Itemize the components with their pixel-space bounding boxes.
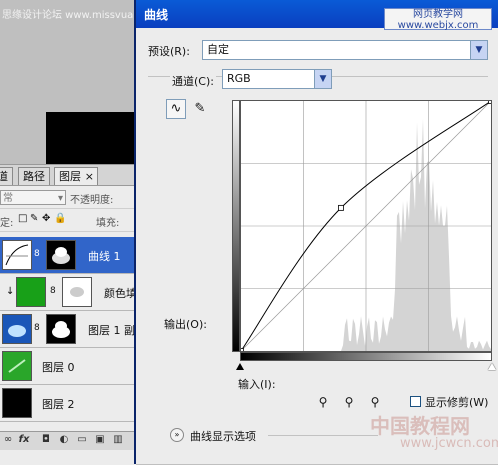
show-clipping-checkbox[interactable] bbox=[410, 396, 421, 407]
preset-label: 预设(R): bbox=[148, 45, 190, 58]
chevron-down-icon: ▾ bbox=[57, 193, 63, 204]
trash-icon[interactable]: ▥ bbox=[112, 434, 124, 446]
layer-name: 图层 0 bbox=[42, 361, 75, 374]
show-clipping-label: 显示修剪(W) bbox=[425, 396, 489, 409]
mask-icon[interactable]: ◘ bbox=[40, 434, 52, 446]
tab-layers-label: 图层 bbox=[59, 170, 81, 183]
layer-mask-thumbnail[interactable] bbox=[62, 277, 92, 307]
site-watermark: 网页教学网 www.webjx.com bbox=[384, 8, 492, 31]
expand-chevron-icon[interactable]: » bbox=[170, 428, 184, 442]
black-point-slider[interactable] bbox=[236, 363, 244, 370]
input-gradient-bar bbox=[240, 352, 492, 361]
folder-icon[interactable]: ▭ bbox=[76, 434, 88, 446]
layer-mask-thumbnail[interactable] bbox=[46, 314, 76, 344]
lock-row: 定: □ ✎ ✥ 🔒 填充: bbox=[0, 209, 136, 232]
canvas-black-area bbox=[46, 112, 136, 164]
layer-name: 图层 1 副 bbox=[88, 324, 135, 337]
bottom-watermark-url: www.jcwcn.com bbox=[400, 436, 498, 451]
layers-footer: ∞ fx ◘ ◐ ▭ ▣ ▥ bbox=[0, 431, 136, 450]
link-icon: 8 bbox=[50, 286, 56, 296]
layers-panel: 道 路径 图层 × 常 ▾ 不透明度: 定: □ ✎ ✥ 🔒 填充: 8 曲线 … bbox=[0, 164, 137, 465]
blend-row: 常 ▾ 不透明度: bbox=[0, 186, 136, 209]
layer-thumbnail bbox=[16, 277, 46, 307]
curve-graph[interactable] bbox=[238, 98, 494, 354]
link-icon: 8 bbox=[34, 323, 40, 333]
layer-row-layer2[interactable]: 图层 2 bbox=[0, 385, 136, 422]
opacity-label: 不透明度: bbox=[70, 195, 114, 206]
layer-row-layer0[interactable]: 图层 0 bbox=[0, 348, 136, 385]
blend-mode-value: 常 bbox=[3, 193, 13, 204]
curve-control-point bbox=[238, 348, 244, 354]
layer-name: 颜色填 bbox=[104, 287, 137, 300]
lock-transparency-icon[interactable]: □ bbox=[18, 213, 27, 224]
layer-row-color-fill[interactable]: ↓ 8 颜色填 bbox=[0, 274, 137, 311]
adjustment-icon[interactable]: ◐ bbox=[58, 434, 70, 446]
channel-value: RGB bbox=[227, 72, 251, 85]
preset-value: 自定 bbox=[207, 43, 229, 56]
curve-edit-tool-icon[interactable]: ∿ bbox=[166, 99, 186, 119]
link-icon: 8 bbox=[34, 249, 40, 259]
layer-name: 曲线 1 bbox=[88, 250, 121, 263]
pencil-icon[interactable]: ✎ bbox=[190, 99, 210, 119]
clip-arrow-icon: ↓ bbox=[6, 286, 15, 297]
preset-select[interactable]: 自定 ▼ bbox=[202, 40, 488, 60]
new-layer-icon[interactable]: ▣ bbox=[94, 434, 106, 446]
panel-tabs: 道 路径 图层 × bbox=[0, 165, 136, 186]
divider bbox=[268, 435, 378, 436]
chevron-down-icon: ▼ bbox=[314, 70, 331, 88]
fx-icon[interactable]: fx bbox=[18, 434, 30, 446]
output-label: 输出(O): bbox=[164, 318, 207, 331]
blend-mode-select[interactable]: 常 ▾ bbox=[0, 190, 66, 205]
fill-label: 填充: bbox=[96, 218, 120, 229]
tab-paths[interactable]: 路径 bbox=[18, 167, 50, 185]
layer-row-layer1-copy[interactable]: 8 图层 1 副 bbox=[0, 311, 136, 348]
tab-channels[interactable]: 道 bbox=[0, 167, 13, 185]
lock-move-icon[interactable]: ✥ bbox=[42, 213, 50, 224]
layer-thumbnail bbox=[2, 388, 32, 418]
layer-row-curves[interactable]: 8 曲线 1 bbox=[0, 237, 136, 274]
gray-eyedropper-icon[interactable]: ⚲ bbox=[342, 394, 356, 410]
white-point-slider[interactable] bbox=[488, 363, 496, 370]
channel-select[interactable]: RGB ▼ bbox=[222, 69, 332, 89]
lock-all-icon[interactable]: 🔒 bbox=[54, 213, 66, 224]
channel-label: 通道(C): bbox=[170, 73, 216, 89]
tab-layers[interactable]: 图层 × bbox=[54, 167, 98, 185]
bottom-watermark: 中国教程网 bbox=[370, 414, 470, 438]
input-label: 输入(I): bbox=[238, 378, 276, 391]
curve-display-options-label[interactable]: 曲线显示选项 bbox=[190, 428, 256, 444]
white-eyedropper-icon[interactable]: ⚲ bbox=[368, 394, 382, 410]
dialog-title: 曲线 bbox=[144, 8, 169, 22]
layer-mask-thumbnail[interactable] bbox=[46, 240, 76, 270]
curve-control-point bbox=[338, 204, 344, 211]
black-eyedropper-icon[interactable]: ⚲ bbox=[316, 394, 330, 410]
link-icon[interactable]: ∞ bbox=[2, 434, 14, 446]
layer-thumbnail bbox=[2, 314, 32, 344]
curves-adjustment-icon bbox=[2, 240, 32, 270]
curve-control-point bbox=[488, 98, 494, 104]
chevron-down-icon: ▼ bbox=[470, 41, 487, 59]
lock-label: 定: bbox=[0, 218, 14, 229]
lock-brush-icon[interactable]: ✎ bbox=[30, 213, 38, 224]
layer-thumbnail bbox=[2, 351, 32, 381]
close-icon[interactable]: × bbox=[85, 168, 94, 185]
layer-name: 图层 2 bbox=[42, 398, 75, 411]
curve-chart-svg bbox=[238, 98, 494, 354]
output-gradient-bar bbox=[232, 100, 240, 352]
